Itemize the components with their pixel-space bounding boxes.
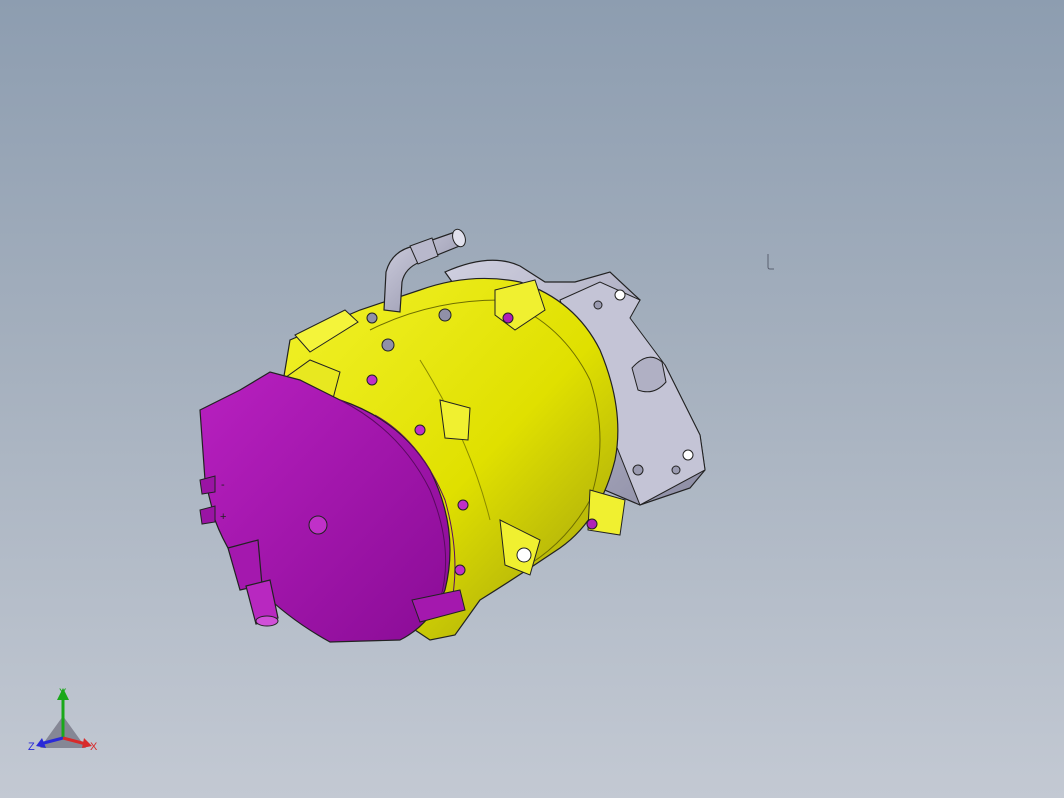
text-cursor-icon <box>767 254 774 270</box>
minus-marking: - <box>221 479 225 491</box>
compressor-model[interactable]: - + <box>0 0 1064 798</box>
plus-marking: + <box>220 511 226 523</box>
axis-compass[interactable]: Y Z X <box>26 680 106 760</box>
3d-viewport[interactable]: - + Y Z X <box>0 0 1064 798</box>
x-axis-label: X <box>90 741 98 753</box>
y-axis-label: Y <box>59 687 67 699</box>
z-axis-label: Z <box>28 741 35 753</box>
